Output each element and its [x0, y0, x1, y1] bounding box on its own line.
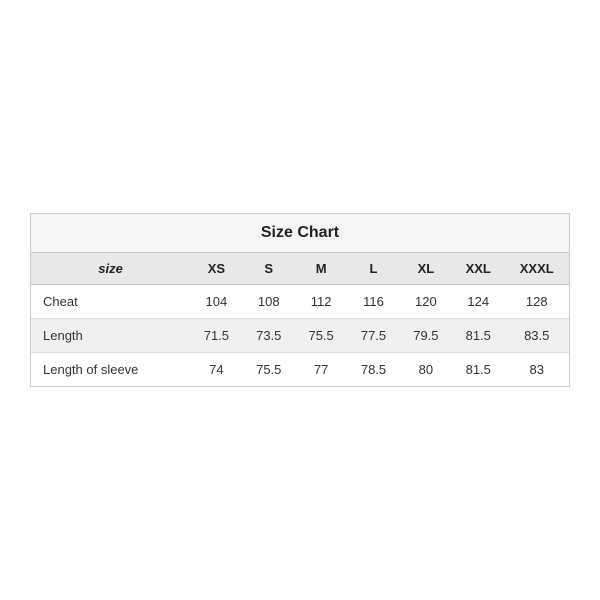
size-column-header: size [31, 253, 190, 285]
size-chart-container: Size Chart size XS S M L XL XXL XXXL Che… [30, 213, 570, 387]
table-cell: 112 [295, 285, 347, 319]
table-cell: 81.5 [452, 319, 504, 353]
table-row: Length71.573.575.577.579.581.583.5 [31, 319, 569, 353]
table-body: Cheat104108112116120124128Length71.573.5… [31, 285, 569, 387]
table-cell: 78.5 [347, 353, 399, 387]
xs-column-header: XS [190, 253, 242, 285]
table-cell: 116 [347, 285, 399, 319]
xl-column-header: XL [400, 253, 452, 285]
chart-title-row: Size Chart [31, 214, 569, 253]
table-cell: 108 [243, 285, 295, 319]
table-cell: 128 [504, 285, 569, 319]
row-label: Cheat [31, 285, 190, 319]
table-cell: 75.5 [295, 319, 347, 353]
table-cell: 104 [190, 285, 242, 319]
table-cell: 73.5 [243, 319, 295, 353]
table-cell: 120 [400, 285, 452, 319]
xxl-column-header: XXL [452, 253, 504, 285]
table-cell: 83.5 [504, 319, 569, 353]
table-cell: 124 [452, 285, 504, 319]
table-cell: 74 [190, 353, 242, 387]
table-cell: 77 [295, 353, 347, 387]
row-label: Length of sleeve [31, 353, 190, 387]
table-cell: 71.5 [190, 319, 242, 353]
l-column-header: L [347, 253, 399, 285]
chart-title: Size Chart [261, 224, 339, 241]
s-column-header: S [243, 253, 295, 285]
table-cell: 75.5 [243, 353, 295, 387]
table-header-row: size XS S M L XL XXL XXXL [31, 253, 569, 285]
m-column-header: M [295, 253, 347, 285]
table-row: Length of sleeve7475.57778.58081.583 [31, 353, 569, 387]
table-cell: 83 [504, 353, 569, 387]
table-cell: 77.5 [347, 319, 399, 353]
size-table: size XS S M L XL XXL XXXL Cheat104108112… [31, 253, 569, 386]
xxxl-column-header: XXXL [504, 253, 569, 285]
row-label: Length [31, 319, 190, 353]
table-cell: 80 [400, 353, 452, 387]
table-row: Cheat104108112116120124128 [31, 285, 569, 319]
table-cell: 79.5 [400, 319, 452, 353]
table-cell: 81.5 [452, 353, 504, 387]
